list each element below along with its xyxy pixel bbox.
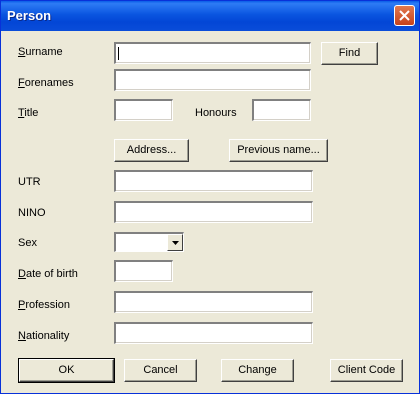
find-button[interactable]: Find bbox=[321, 42, 378, 65]
profession-label: Profession bbox=[18, 299, 70, 311]
nationality-field[interactable] bbox=[114, 322, 313, 344]
honours-field[interactable] bbox=[252, 99, 311, 121]
change-button[interactable]: Change bbox=[221, 359, 294, 382]
chevron-down-icon bbox=[172, 241, 179, 245]
forenames-label: Forenames bbox=[18, 77, 74, 89]
profession-input[interactable] bbox=[116, 293, 312, 312]
title-label: Title bbox=[18, 107, 39, 119]
client-code-button[interactable]: Client Code bbox=[330, 359, 403, 382]
surname-field[interactable] bbox=[114, 42, 311, 64]
date-of-birth-label: Date of birth bbox=[18, 268, 78, 280]
sex-select[interactable] bbox=[114, 232, 184, 252]
title-field[interactable] bbox=[114, 99, 173, 121]
utr-input[interactable] bbox=[116, 172, 312, 191]
close-button[interactable] bbox=[394, 5, 415, 26]
forenames-field[interactable] bbox=[114, 69, 311, 91]
cancel-button[interactable]: Cancel bbox=[124, 359, 197, 382]
nino-field[interactable] bbox=[114, 201, 313, 223]
close-icon bbox=[399, 10, 410, 21]
ok-button[interactable]: OK bbox=[18, 358, 115, 383]
title-input[interactable] bbox=[116, 101, 172, 120]
person-dialog: Person Surname Find Forenames Title Hono… bbox=[0, 0, 420, 394]
utr-label: UTR bbox=[18, 176, 41, 188]
honours-input[interactable] bbox=[254, 101, 310, 120]
sex-label: Sex bbox=[18, 237, 37, 249]
date-of-birth-field[interactable] bbox=[114, 260, 173, 282]
sex-dropdown-button[interactable] bbox=[167, 234, 183, 251]
window-title: Person bbox=[7, 8, 52, 23]
date-of-birth-input[interactable] bbox=[116, 262, 172, 281]
honours-label: Honours bbox=[195, 107, 237, 119]
surname-input[interactable] bbox=[116, 44, 310, 63]
utr-field[interactable] bbox=[114, 170, 313, 192]
nationality-label: Nationality bbox=[18, 330, 70, 342]
forenames-input[interactable] bbox=[116, 71, 310, 90]
previous-name-button[interactable]: Previous name... bbox=[229, 139, 328, 162]
nino-label: NINO bbox=[18, 207, 46, 219]
address-button[interactable]: Address... bbox=[114, 139, 189, 162]
profession-field[interactable] bbox=[114, 291, 313, 313]
nationality-input[interactable] bbox=[116, 324, 312, 343]
title-bar[interactable]: Person bbox=[1, 1, 419, 31]
surname-label: Surname bbox=[18, 46, 63, 58]
nino-input[interactable] bbox=[116, 203, 312, 222]
text-caret bbox=[118, 47, 119, 60]
